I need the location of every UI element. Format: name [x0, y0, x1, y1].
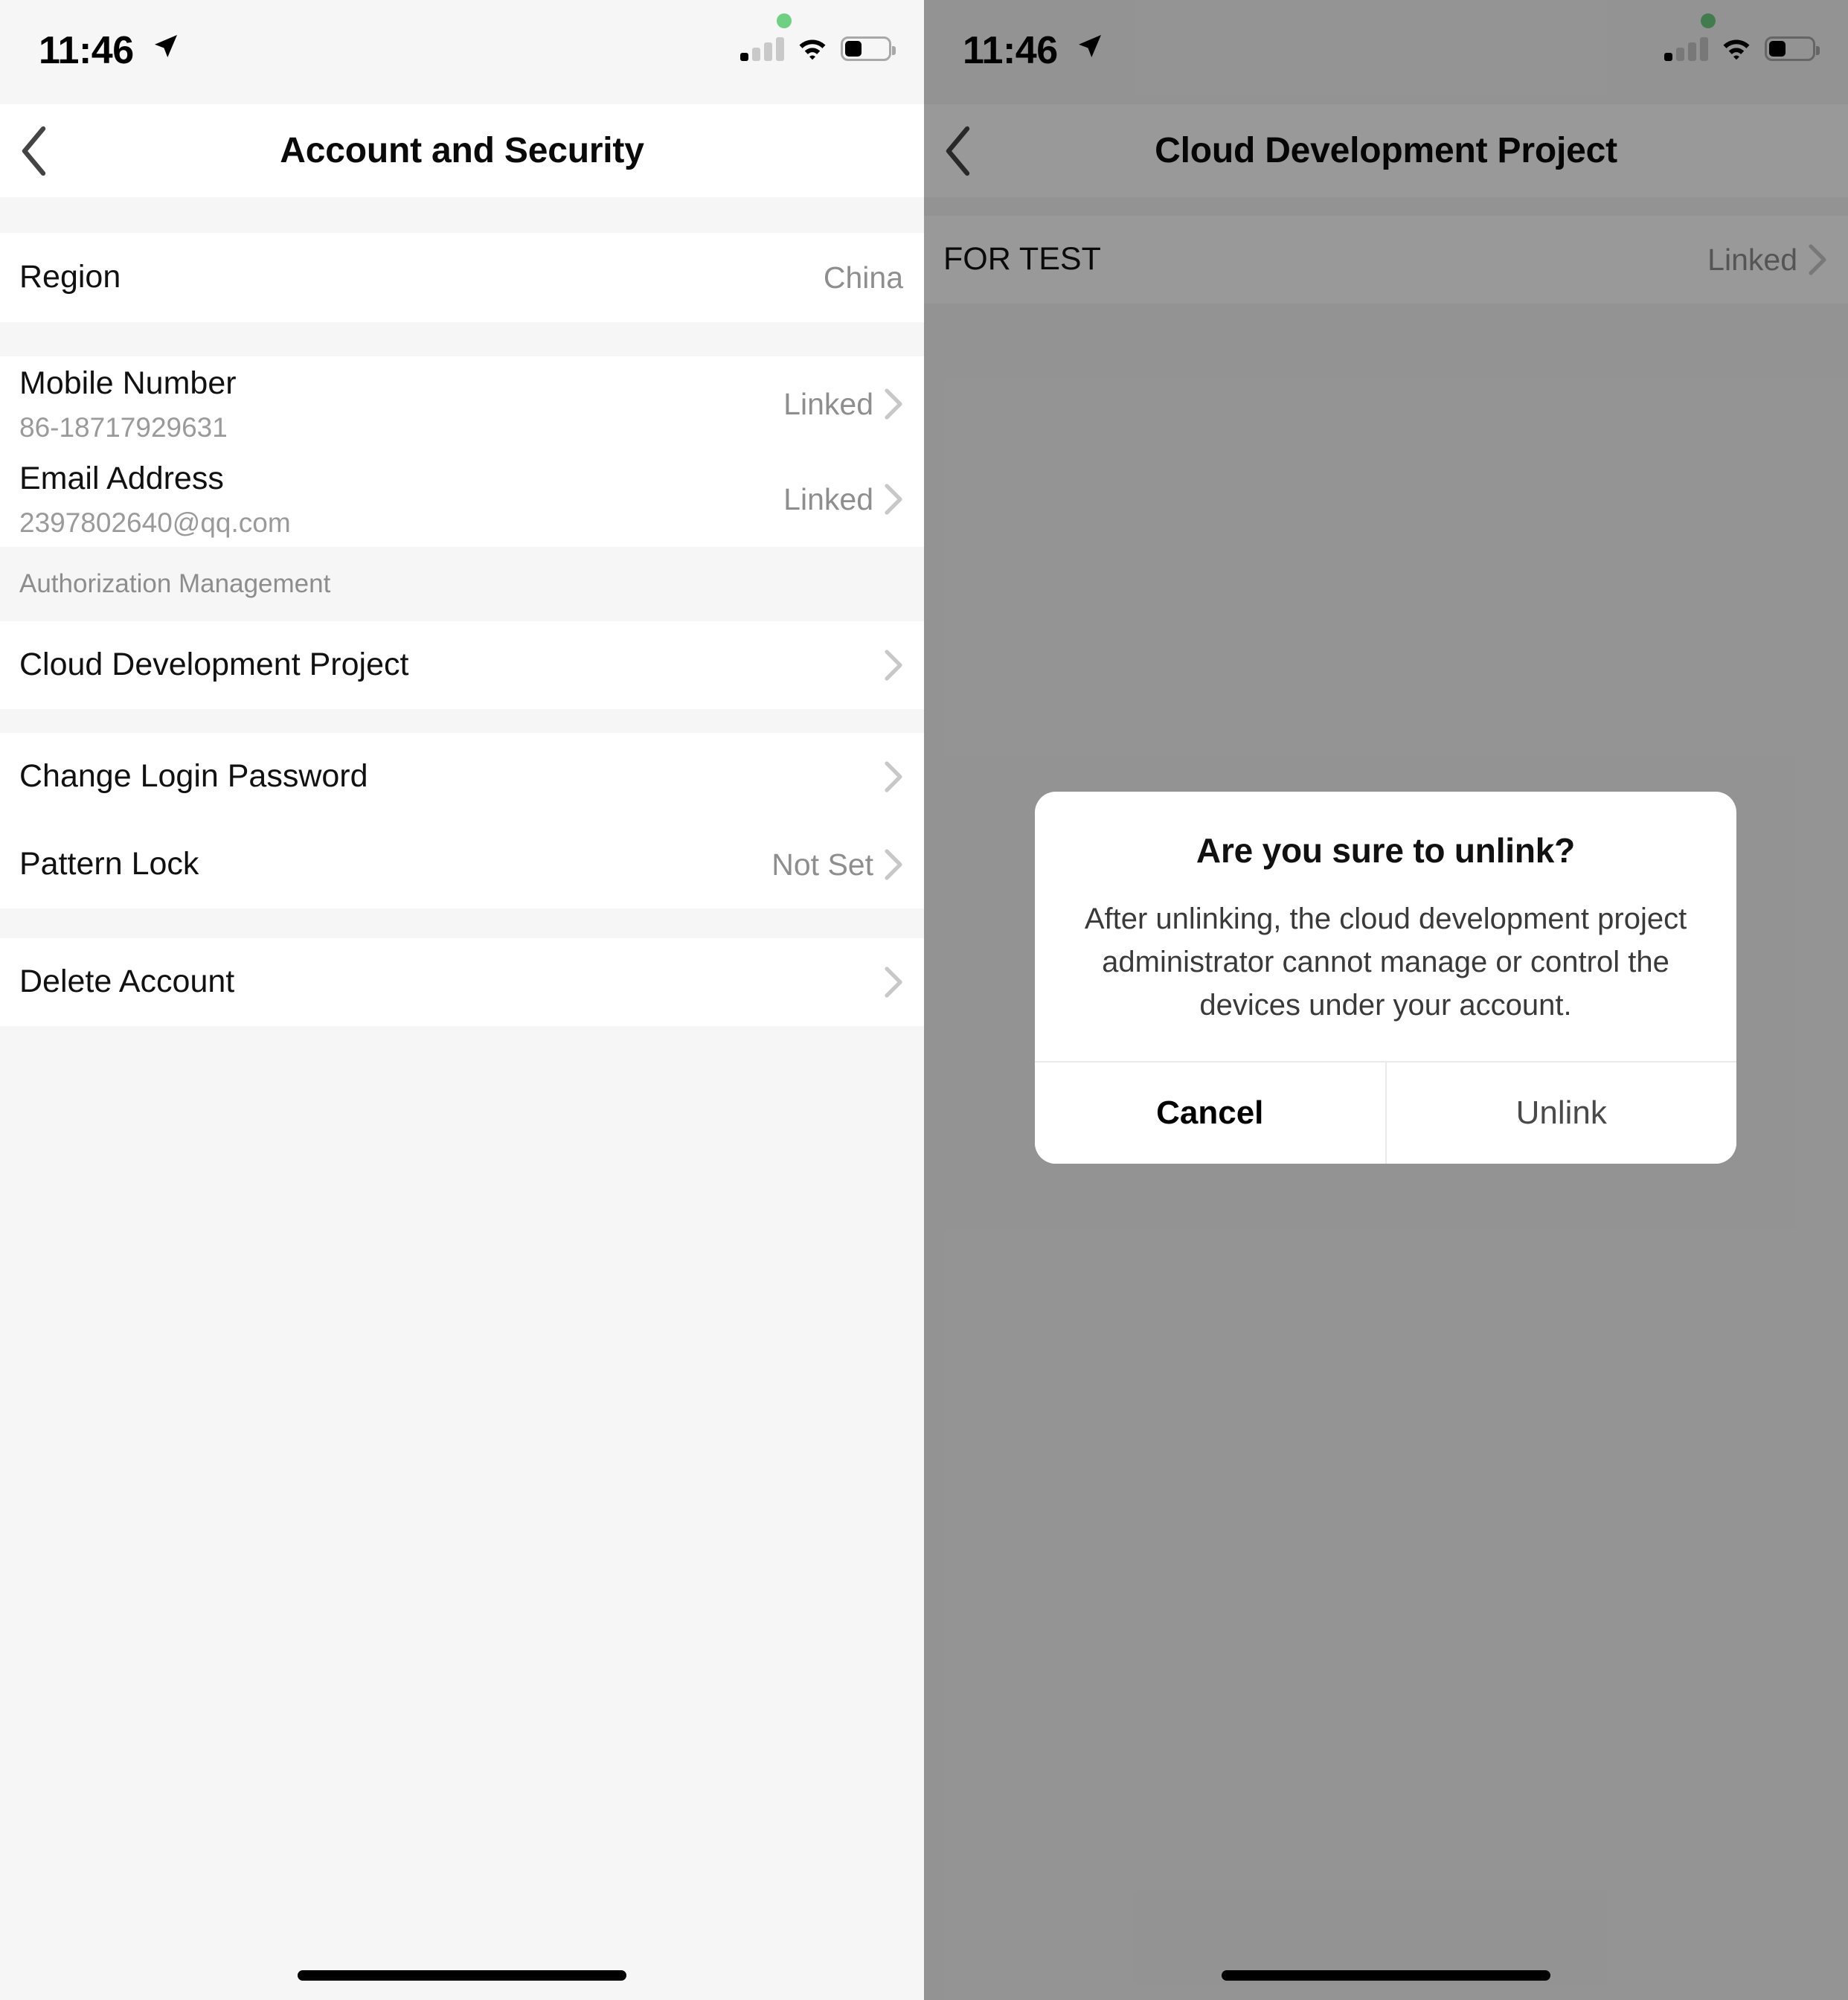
row-label-wrap: Pattern Lock	[19, 844, 199, 885]
row-value-wrap	[884, 966, 903, 999]
row-value: Linked	[783, 386, 873, 421]
row-title: Pattern Lock	[19, 846, 199, 882]
cancel-button[interactable]: Cancel	[1035, 1062, 1385, 1164]
row-value-wrap	[884, 649, 903, 682]
row-pattern-lock[interactable]: Pattern Lock Not Set	[0, 821, 924, 908]
chevron-left-icon	[22, 126, 46, 176]
section-gap	[0, 709, 924, 733]
security-group: Change Login Password Pattern Lock Not S…	[0, 733, 924, 908]
row-value: China	[823, 260, 903, 295]
row-mobile-number[interactable]: Mobile Number 86-18717929631 Linked	[0, 356, 924, 452]
row-cloud-development-project[interactable]: Cloud Development Project	[0, 621, 924, 709]
chevron-right-icon	[885, 388, 902, 420]
chevron-right-icon	[885, 849, 902, 880]
unlink-button[interactable]: Unlink	[1385, 1062, 1736, 1164]
row-value-wrap: Not Set	[771, 847, 903, 882]
row-label-wrap: Email Address 2397802640@qq.com	[19, 459, 291, 539]
section-header-authorization: Authorization Management	[0, 547, 924, 621]
wifi-icon	[799, 39, 826, 60]
cellular-signal-icon	[740, 37, 784, 61]
back-button[interactable]	[19, 104, 83, 197]
contact-group: Mobile Number 86-18717929631 Linked Emai…	[0, 356, 924, 547]
chevron-right-icon	[885, 761, 902, 792]
authorization-group: Cloud Development Project	[0, 621, 924, 709]
status-bar-time: 11:46	[39, 29, 134, 72]
chevron-right-icon	[885, 484, 902, 515]
section-gap	[0, 322, 924, 356]
battery-icon	[841, 36, 896, 61]
status-bar: 11:46	[0, 0, 924, 104]
row-value: Not Set	[771, 847, 873, 882]
left-phone-screen: 11:46 Account and Security Region China …	[0, 0, 924, 2000]
chevron-right-icon	[885, 967, 902, 998]
row-value-wrap: China	[824, 260, 903, 295]
dialog-actions: Cancel Unlink	[1035, 1061, 1736, 1164]
row-title: Region	[19, 259, 121, 295]
row-label-wrap: Change Login Password	[19, 757, 368, 797]
danger-group: Delete Account	[0, 938, 924, 1026]
dialog-body: Are you sure to unlink? After unlinking,…	[1035, 792, 1736, 1061]
row-subtitle: 86-18717929631	[19, 411, 228, 443]
region-group: Region China	[0, 233, 924, 322]
status-bar-indicators	[740, 33, 896, 61]
chevron-right-icon	[885, 650, 902, 681]
nav-bar: Account and Security	[0, 104, 924, 197]
row-label-wrap: Cloud Development Project	[19, 645, 408, 685]
row-value-wrap: Linked	[783, 482, 903, 517]
row-value: Linked	[783, 481, 873, 516]
row-label-wrap: Region	[19, 257, 121, 298]
section-gap	[0, 197, 924, 233]
page-title: Account and Security	[280, 131, 644, 170]
recording-indicator-dot	[777, 13, 792, 28]
row-label-wrap: Mobile Number 86-18717929631	[19, 364, 237, 444]
dual-screenshot-container: 11:46 Account and Security Region China …	[0, 0, 1848, 2000]
row-title: Delete Account	[19, 964, 235, 1000]
row-region[interactable]: Region China	[0, 233, 924, 322]
row-value-wrap	[884, 760, 903, 793]
row-subtitle: 2397802640@qq.com	[19, 507, 291, 538]
row-delete-account[interactable]: Delete Account	[0, 938, 924, 1026]
row-title: Cloud Development Project	[19, 647, 409, 683]
row-email-address[interactable]: Email Address 2397802640@qq.com Linked	[0, 452, 924, 547]
unlink-confirm-dialog: Are you sure to unlink? After unlinking,…	[1035, 792, 1736, 1164]
row-title: Mobile Number	[19, 365, 237, 401]
location-arrow-icon	[155, 35, 177, 57]
dialog-message: After unlinking, the cloud development p…	[1084, 903, 1687, 1022]
section-gap	[0, 908, 924, 938]
row-title: Change Login Password	[19, 758, 368, 795]
row-change-login-password[interactable]: Change Login Password	[0, 733, 924, 821]
row-value-wrap: Linked	[783, 387, 903, 422]
dialog-title: Are you sure to unlink?	[1196, 831, 1576, 870]
row-title: Email Address	[19, 460, 224, 496]
row-label-wrap: Delete Account	[19, 962, 234, 1002]
right-phone-screen: 11:46 Cloud Development Project FOR TEST…	[924, 0, 1848, 2000]
home-indicator[interactable]	[298, 1970, 626, 1981]
